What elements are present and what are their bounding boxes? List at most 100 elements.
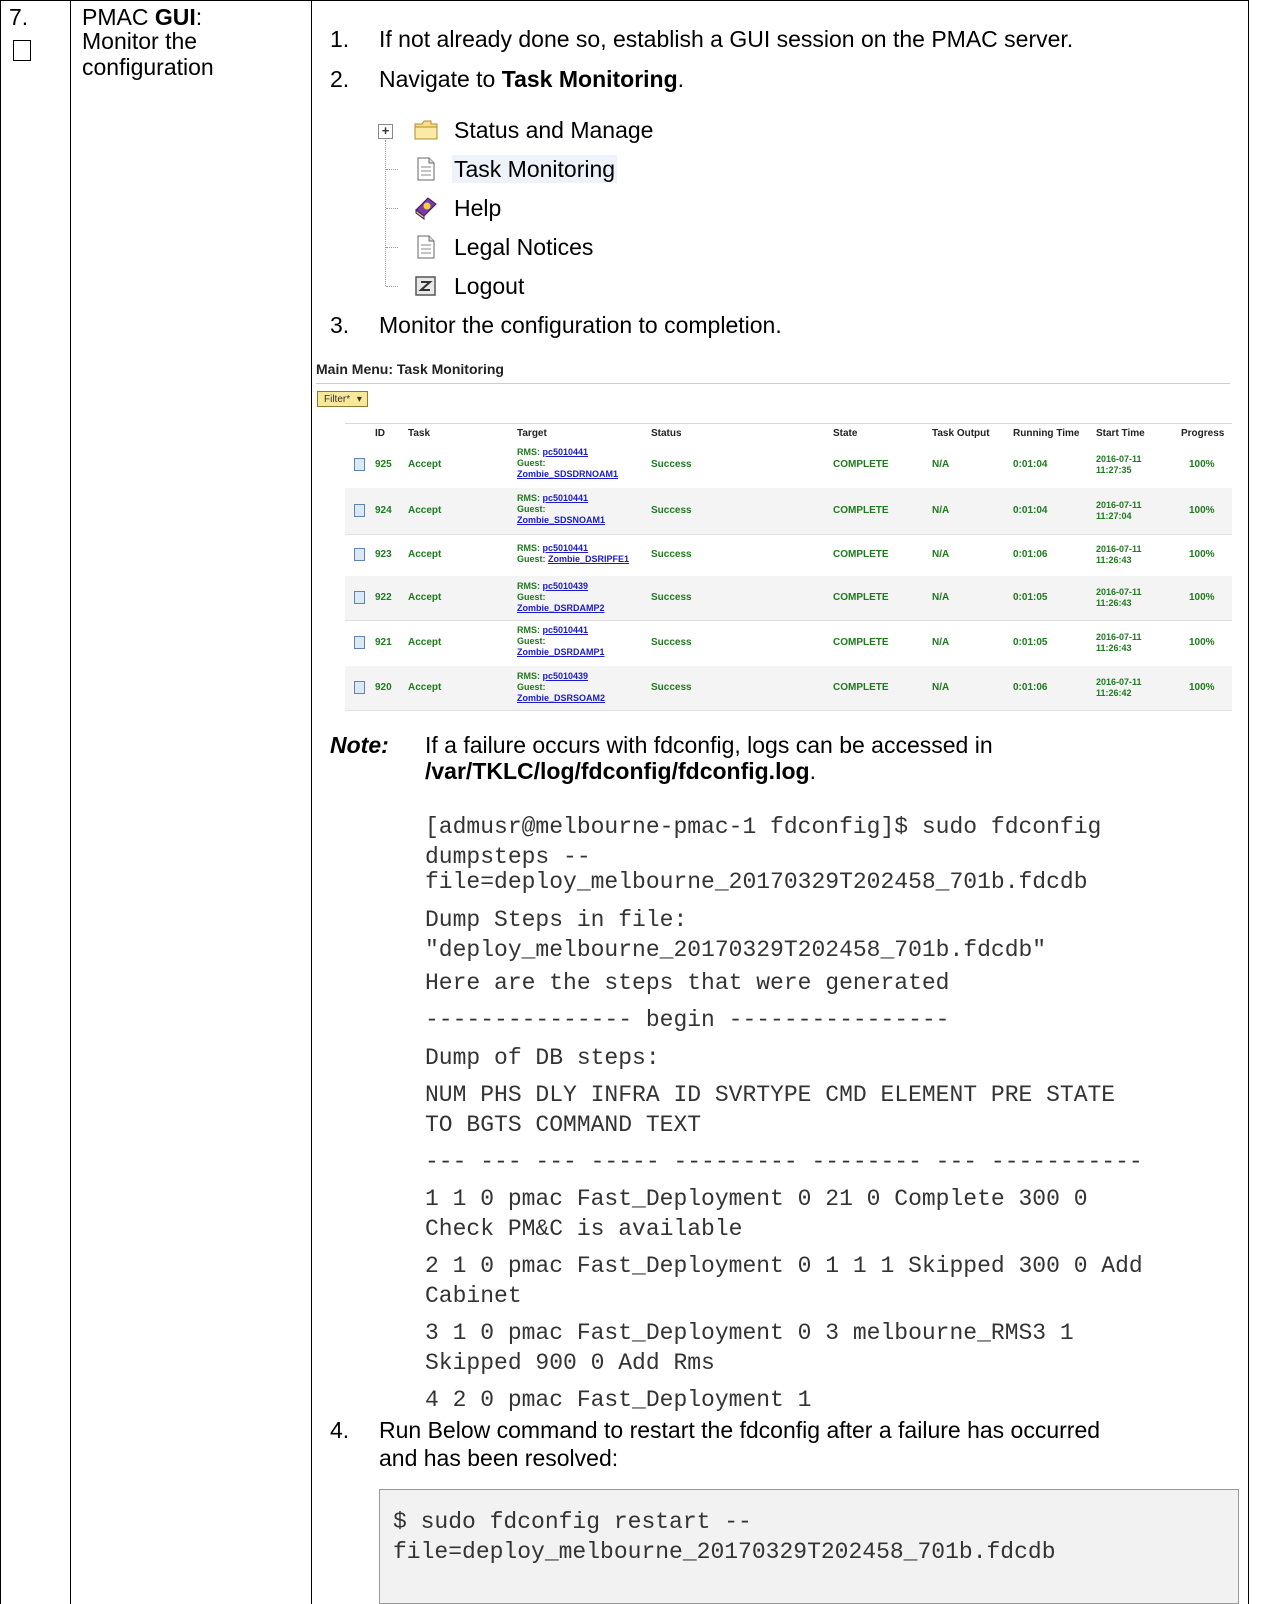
task-target: RMS: pc5010439 Guest: Zombie_DSRDAMP2 <box>517 581 605 614</box>
rms-link[interactable]: pc5010441 <box>543 493 589 503</box>
console-line: 3 1 0 pmac Fast_Deployment 0 3 melbourne… <box>425 1320 1074 1346</box>
console-line: Cabinet <box>425 1283 522 1309</box>
task-running-time: 0:01:06 <box>1013 549 1048 560</box>
document-icon[interactable] <box>354 681 365 694</box>
filter-label: Filter* <box>324 394 351 405</box>
restart-command-box: $ sudo fdconfig restart -- file=deploy_m… <box>379 1489 1239 1604</box>
document-icon[interactable] <box>354 458 365 471</box>
task-state: COMPLETE <box>833 505 889 516</box>
start-date: 2016-07-11 <box>1096 632 1142 642</box>
guest-label: Guest: <box>517 554 546 564</box>
start-date: 2016-07-11 <box>1096 677 1142 687</box>
task-id: 922 <box>375 592 392 603</box>
task-output: N/A <box>932 637 950 648</box>
task-status: Success <box>651 592 692 603</box>
note-label: Note: <box>330 732 389 758</box>
rms-link[interactable]: pc5010441 <box>543 543 589 553</box>
console-line: NUM PHS DLY INFRA ID SVRTYPE CMD ELEMENT… <box>425 1082 1116 1108</box>
item-1-number: 1. <box>330 26 350 52</box>
guest-link[interactable]: Zombie_DSRDAMP1 <box>517 647 605 657</box>
document-icon[interactable] <box>354 591 365 604</box>
task-name: Accept <box>408 592 442 603</box>
step-title-line3: configuration <box>82 54 214 80</box>
menu-item-label: Legal Notices <box>454 234 594 260</box>
task-id: 924 <box>375 505 392 516</box>
step-checkbox[interactable] <box>13 40 31 61</box>
task-monitoring-title: Main Menu: Task Monitoring <box>316 361 504 377</box>
menu-item-label: Status and Manage <box>454 117 654 143</box>
guest-label: Guest: <box>517 504 546 514</box>
document-icon[interactable] <box>354 548 365 561</box>
column-header-status: Status <box>651 428 682 439</box>
rms-label: RMS: <box>517 671 540 681</box>
filter-dropdown[interactable]: Filter* ▾ <box>317 391 368 407</box>
column-header-running-time: Running Time <box>1013 428 1080 439</box>
rms-link[interactable]: pc5010439 <box>543 671 589 681</box>
task-name: Accept <box>408 459 442 470</box>
guest-link[interactable]: Zombie_SDSNOAM1 <box>517 515 605 525</box>
column-header-task: Task <box>408 428 431 439</box>
task-running-time: 0:01:05 <box>1013 592 1048 603</box>
step-number: 7. <box>9 4 29 30</box>
guest-link[interactable]: Zombie_SDSDRNOAM1 <box>517 469 618 479</box>
expand-icon[interactable]: + <box>378 124 393 139</box>
tree-connector-h3 <box>386 247 398 248</box>
item-2-bold: Task Monitoring <box>501 66 678 92</box>
item-4-line2: and has been resolved: <box>379 1445 619 1471</box>
rms-label: RMS: <box>517 581 540 591</box>
item-2-text: Navigate to Task Monitoring. <box>379 64 684 94</box>
chevron-down-icon: ▾ <box>356 394 362 405</box>
task-status: Success <box>651 459 692 470</box>
document-icon[interactable] <box>354 636 365 649</box>
guest-link[interactable]: Zombie_DSRDAMP2 <box>517 603 605 613</box>
column-header-target: Target <box>517 428 547 439</box>
rms-link[interactable]: pc5010441 <box>543 447 589 457</box>
start-clock: 11:26:42 <box>1096 688 1132 698</box>
task-running-time: 0:01:04 <box>1013 459 1048 470</box>
document-icon[interactable] <box>354 504 365 517</box>
guest-label: Guest: <box>517 592 546 602</box>
help-book-icon <box>415 197 437 220</box>
start-clock: 11:27:35 <box>1096 465 1132 475</box>
table-left-border <box>0 0 1 1604</box>
table-top-border <box>0 0 1249 1</box>
title-divider <box>316 383 1230 384</box>
task-state: COMPLETE <box>833 459 889 470</box>
column-divider-2 <box>311 0 312 1604</box>
task-id: 925 <box>375 459 392 470</box>
column-header-start-time: Start Time <box>1096 428 1145 439</box>
task-start-time: 2016-07-11 11:27:35 <box>1096 454 1142 476</box>
guest-link[interactable]: Zombie_DSRIPFE1 <box>548 554 629 564</box>
console-line: file=deploy_melbourne_20170329T202458_70… <box>425 869 1088 895</box>
rms-label: RMS: <box>517 543 540 553</box>
item-2-prefix: Navigate to <box>379 66 502 92</box>
document-icon <box>417 235 435 259</box>
guest-label: Guest: <box>517 636 546 646</box>
note-path-suffix: . <box>809 758 816 784</box>
column-header-state: State <box>833 428 858 439</box>
console-line: Here are the steps that were generated <box>425 970 950 996</box>
task-progress: 100% <box>1189 637 1215 648</box>
menu-item-label: Task Monitoring <box>452 155 618 183</box>
task-status: Success <box>651 682 692 693</box>
task-start-time: 2016-07-11 11:26:43 <box>1096 632 1142 654</box>
console-line: [admusr@melbourne-pmac-1 fdconfig]$ sudo… <box>425 814 1102 840</box>
folder-icon <box>414 120 438 140</box>
console-line: 2 1 0 pmac Fast_Deployment 0 1 1 1 Skipp… <box>425 1253 1143 1279</box>
task-start-time: 2016-07-11 11:27:04 <box>1096 500 1142 522</box>
guest-link[interactable]: Zombie_DSRSOAM2 <box>517 693 605 703</box>
start-date: 2016-07-11 <box>1096 454 1142 464</box>
restart-command-line1: $ sudo fdconfig restart -- <box>393 1509 752 1535</box>
note-path-line: /var/TKLC/log/fdconfig/fdconfig.log. <box>425 756 816 786</box>
task-status: Success <box>651 549 692 560</box>
note-path: /var/TKLC/log/fdconfig/fdconfig.log <box>425 758 810 784</box>
task-target: RMS: pc5010441 Guest: Zombie_DSRDAMP1 <box>517 625 605 658</box>
rms-label: RMS: <box>517 625 540 635</box>
task-monitoring-screenshot: Main Menu: Task Monitoring Filter* ▾ ID … <box>311 352 1232 712</box>
task-status: Success <box>651 505 692 516</box>
rms-link[interactable]: pc5010439 <box>543 581 589 591</box>
restart-command-line2: file=deploy_melbourne_20170329T202458_70… <box>393 1539 1056 1565</box>
rms-link[interactable]: pc5010441 <box>543 625 589 635</box>
document-icon <box>417 157 435 181</box>
task-output: N/A <box>932 549 950 560</box>
